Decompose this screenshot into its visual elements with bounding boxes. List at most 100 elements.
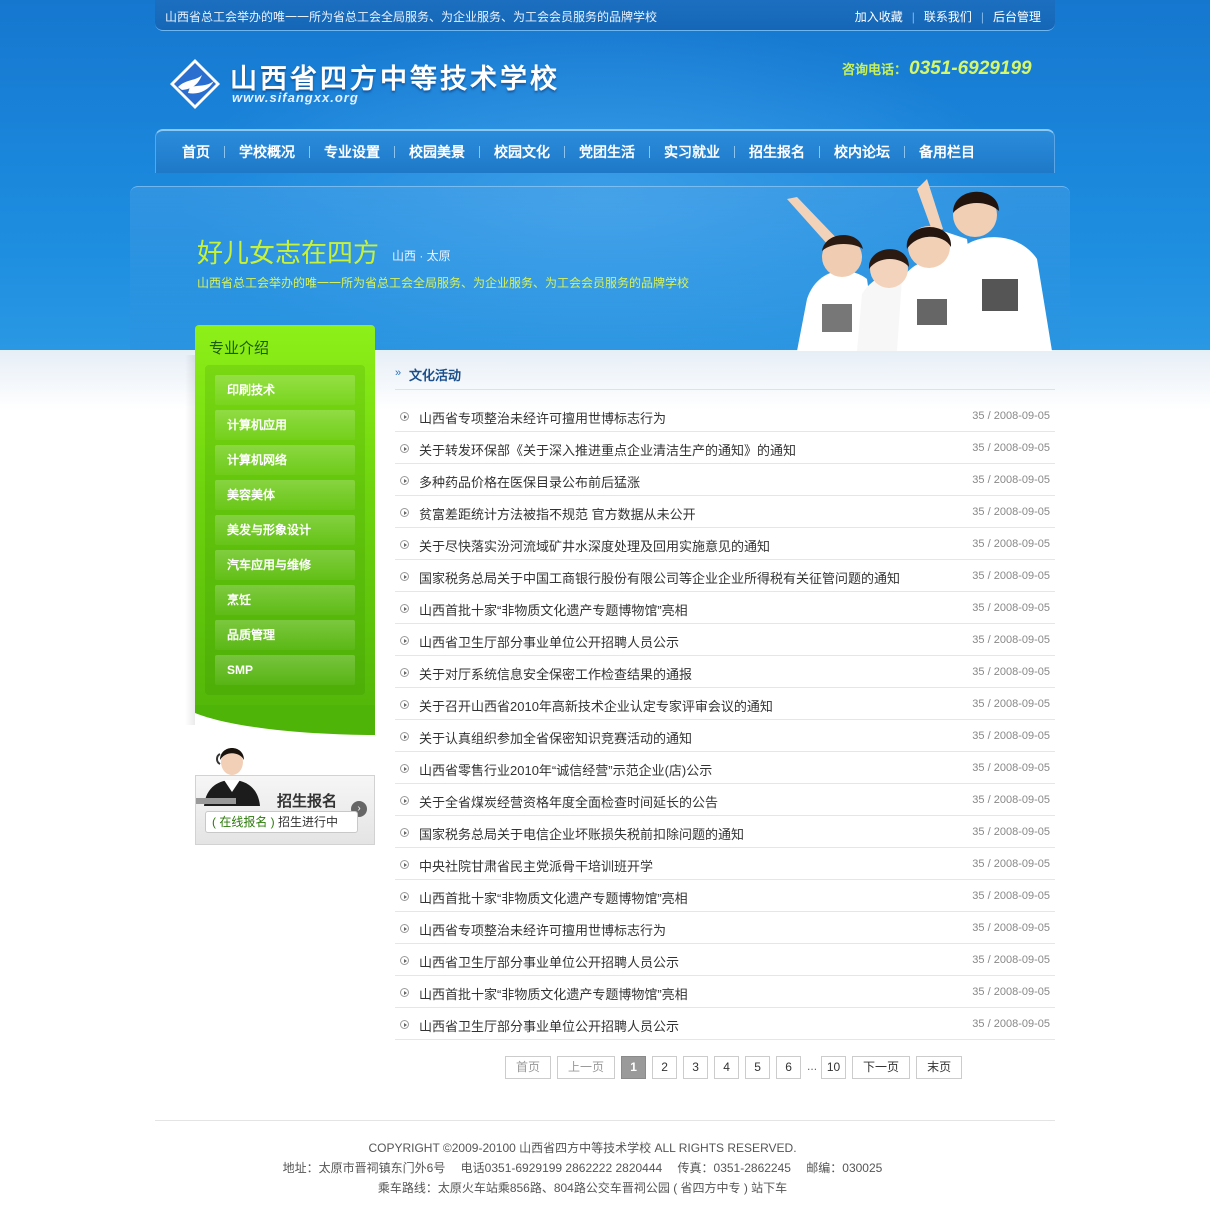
view-count: 35 (972, 634, 985, 646)
online-enroll-link[interactable]: ( 在线报名 ) (212, 815, 275, 829)
nav-forum[interactable]: 校内论坛 (820, 142, 904, 162)
news-title-link[interactable]: 山西省卫生厅部分事业单位公开招聘人员公示 (419, 632, 679, 651)
news-title-link[interactable]: 多种药品价格在医保目录公布前后猛涨 (419, 472, 640, 491)
news-title-link[interactable]: 山西首批十家“非物质文化遗产专题博物馆”亮相 (419, 600, 688, 619)
last-page-number[interactable]: 10 (821, 1056, 847, 1079)
nav-internship[interactable]: 实习就业 (650, 142, 734, 162)
major-item[interactable]: 印刷技术 (215, 375, 355, 405)
bus-route: 乘车路线：太原火车站乘856路、804路公交车晋祠公园 ( 省四方中专 ) 站下… (377, 1181, 788, 1195)
top-links: 加入收藏 | 联系我们 | 后台管理 (855, 8, 1041, 25)
contact-us-link[interactable]: 联系我们 (924, 10, 972, 24)
news-title-link[interactable]: 山西首批十家“非物质文化遗产专题博物馆”亮相 (419, 984, 688, 1003)
view-count: 35 (972, 570, 985, 582)
admin-link[interactable]: 后台管理 (993, 10, 1041, 24)
news-title-link[interactable]: 关于全省煤炭经营资格年度全面检查时间延长的公告 (419, 792, 718, 811)
news-title-link[interactable]: 山西省卫生厅部分事业单位公开招聘人员公示 (419, 1016, 679, 1035)
news-title-link[interactable]: 关于认真组织参加全省保密知识竞赛活动的通知 (419, 728, 692, 747)
nav-party-life[interactable]: 党团生活 (565, 142, 649, 162)
bullet-arrow-icon (400, 1020, 409, 1029)
major-item[interactable]: 美容美体 (215, 480, 355, 510)
first-page-button[interactable]: 首页 (505, 1056, 552, 1079)
page-number[interactable]: 6 (776, 1056, 802, 1079)
nav-campus-culture[interactable]: 校园文化 (480, 142, 564, 162)
main-content: » 文化活动 山西省专项整治未经许可擅用世博标志行为 35 / 2008-09-0… (395, 360, 1055, 1040)
meta-separator: / (984, 538, 994, 550)
news-title-link[interactable]: 中央社院甘肃省民主党派骨干培训班开学 (419, 856, 653, 875)
news-title-link[interactable]: 山西首批十家“非物质文化遗产专题博物馆”亮相 (419, 888, 688, 907)
meta-separator: / (984, 442, 994, 454)
pagination-ellipsis: ... (807, 1059, 818, 1073)
view-count: 35 (972, 730, 985, 742)
major-item[interactable]: SMP (215, 655, 355, 685)
news-title-link[interactable]: 关于尽快落实汾河流域矿井水深度处理及回用实施意见的通知 (419, 536, 770, 555)
nav-enrollment[interactable]: 招生报名 (735, 142, 819, 162)
bullet-arrow-icon (400, 732, 409, 741)
news-meta: 35 / 2008-09-05 (972, 794, 1050, 806)
news-meta: 35 / 2008-09-05 (972, 1018, 1050, 1030)
news-list: 山西省专项整治未经许可擅用世博标志行为 35 / 2008-09-05 关于转发环保… (395, 400, 1055, 1040)
news-row: 关于召开山西省2010年高新技术企业认定专家评审会议的通知 35 / 2008-0… (395, 688, 1055, 720)
news-meta: 35 / 2008-09-05 (972, 410, 1050, 422)
bullet-arrow-icon (400, 956, 409, 965)
major-item[interactable]: 计算机应用 (215, 410, 355, 440)
site-logo[interactable]: 山西省四方中等技术学校 www.sifangxx.org (168, 55, 568, 115)
bullet-arrow-icon (400, 412, 409, 421)
meta-separator: / (984, 506, 994, 518)
news-title-link[interactable]: 国家税务总局关于中国工商银行股份有限公司等企业企业所得税有关征管问题的通知 (419, 568, 900, 587)
next-page-button[interactable]: 下一页 (852, 1056, 911, 1079)
news-title-link[interactable]: 山西省零售行业2010年“诚信经营”示范企业(店)公示 (419, 760, 712, 779)
enroll-status-bar[interactable]: ( 在线报名 ) 招生进行中 (205, 811, 358, 833)
news-title-link[interactable]: 贫富差距统计方法被指不规范 官方数据从未公开 (419, 504, 696, 523)
publish-date: 2008-09-05 (993, 890, 1050, 902)
prev-page-button[interactable]: 上一页 (557, 1056, 616, 1079)
nav-majors[interactable]: 专业设置 (310, 142, 394, 162)
bullet-arrow-icon (400, 604, 409, 613)
page-number[interactable]: 4 (714, 1056, 740, 1079)
major-item[interactable]: 烹饪 (215, 585, 355, 615)
major-item[interactable]: 汽车应用与维修 (215, 550, 355, 580)
major-list: 印刷技术 计算机应用 计算机网络 美容美体 美发与形象设计 汽车应用与维修 烹饪… (215, 375, 355, 690)
news-meta: 35 / 2008-09-05 (972, 538, 1050, 550)
news-title-link[interactable]: 山西省卫生厅部分事业单位公开招聘人员公示 (419, 952, 679, 971)
nav-reserved[interactable]: 备用栏目 (905, 142, 989, 162)
publish-date: 2008-09-05 (993, 794, 1050, 806)
nav-campus-scenery[interactable]: 校园美景 (395, 142, 479, 162)
meta-separator: / (984, 1018, 994, 1030)
bullet-arrow-icon (400, 444, 409, 453)
add-favorite-link[interactable]: 加入收藏 (855, 10, 903, 24)
major-item[interactable]: 计算机网络 (215, 445, 355, 475)
news-title-link[interactable]: 关于召开山西省2010年高新技术企业认定专家评审会议的通知 (419, 696, 773, 715)
nav-school-overview[interactable]: 学校概况 (225, 142, 309, 162)
bird-logo-icon (170, 59, 220, 109)
footer-divider (155, 1120, 1055, 1121)
news-row: 山西省卫生厅部分事业单位公开招聘人员公示 35 / 2008-09-05 (395, 1008, 1055, 1040)
meta-separator: / (984, 826, 994, 838)
news-title-link[interactable]: 关于转发环保部《关于深入推进重点企业清洁生产的通知》的通知 (419, 440, 796, 459)
page-number-current[interactable]: 1 (621, 1056, 647, 1079)
publish-date: 2008-09-05 (993, 570, 1050, 582)
publish-date: 2008-09-05 (993, 634, 1050, 646)
news-row: 中央社院甘肃省民主党派骨干培训班开学 35 / 2008-09-05 (395, 848, 1055, 880)
page-number[interactable]: 2 (652, 1056, 678, 1079)
banner-place: 山西 · 太原 (392, 249, 451, 263)
news-title-link[interactable]: 关于对厅系统信息安全保密工作检查结果的通报 (419, 664, 692, 683)
news-title-link[interactable]: 国家税务总局关于电信企业坏账损失税前扣除问题的通知 (419, 824, 744, 843)
meta-separator: / (984, 410, 994, 422)
publish-date: 2008-09-05 (993, 1018, 1050, 1030)
end-page-button[interactable]: 末页 (916, 1056, 963, 1079)
bullet-arrow-icon (400, 988, 409, 997)
news-row: 山西首批十家“非物质文化遗产专题博物馆”亮相 35 / 2008-09-05 (395, 880, 1055, 912)
publish-date: 2008-09-05 (993, 762, 1050, 774)
page-number[interactable]: 5 (745, 1056, 771, 1079)
banner-title: 好儿女志在四方 (197, 238, 380, 268)
major-item[interactable]: 美发与形象设计 (215, 515, 355, 545)
news-title-link[interactable]: 山西省专项整治未经许可擅用世博标志行为 (419, 408, 666, 427)
page-number[interactable]: 3 (683, 1056, 709, 1079)
news-meta: 35 / 2008-09-05 (972, 570, 1050, 582)
news-title-link[interactable]: 山西省专项整治未经许可擅用世博标志行为 (419, 920, 666, 939)
news-meta: 35 / 2008-09-05 (972, 634, 1050, 646)
nav-home[interactable]: 首页 (168, 142, 224, 162)
major-item[interactable]: 品质管理 (215, 620, 355, 650)
news-meta: 35 / 2008-09-05 (972, 442, 1050, 454)
publish-date: 2008-09-05 (993, 442, 1050, 454)
